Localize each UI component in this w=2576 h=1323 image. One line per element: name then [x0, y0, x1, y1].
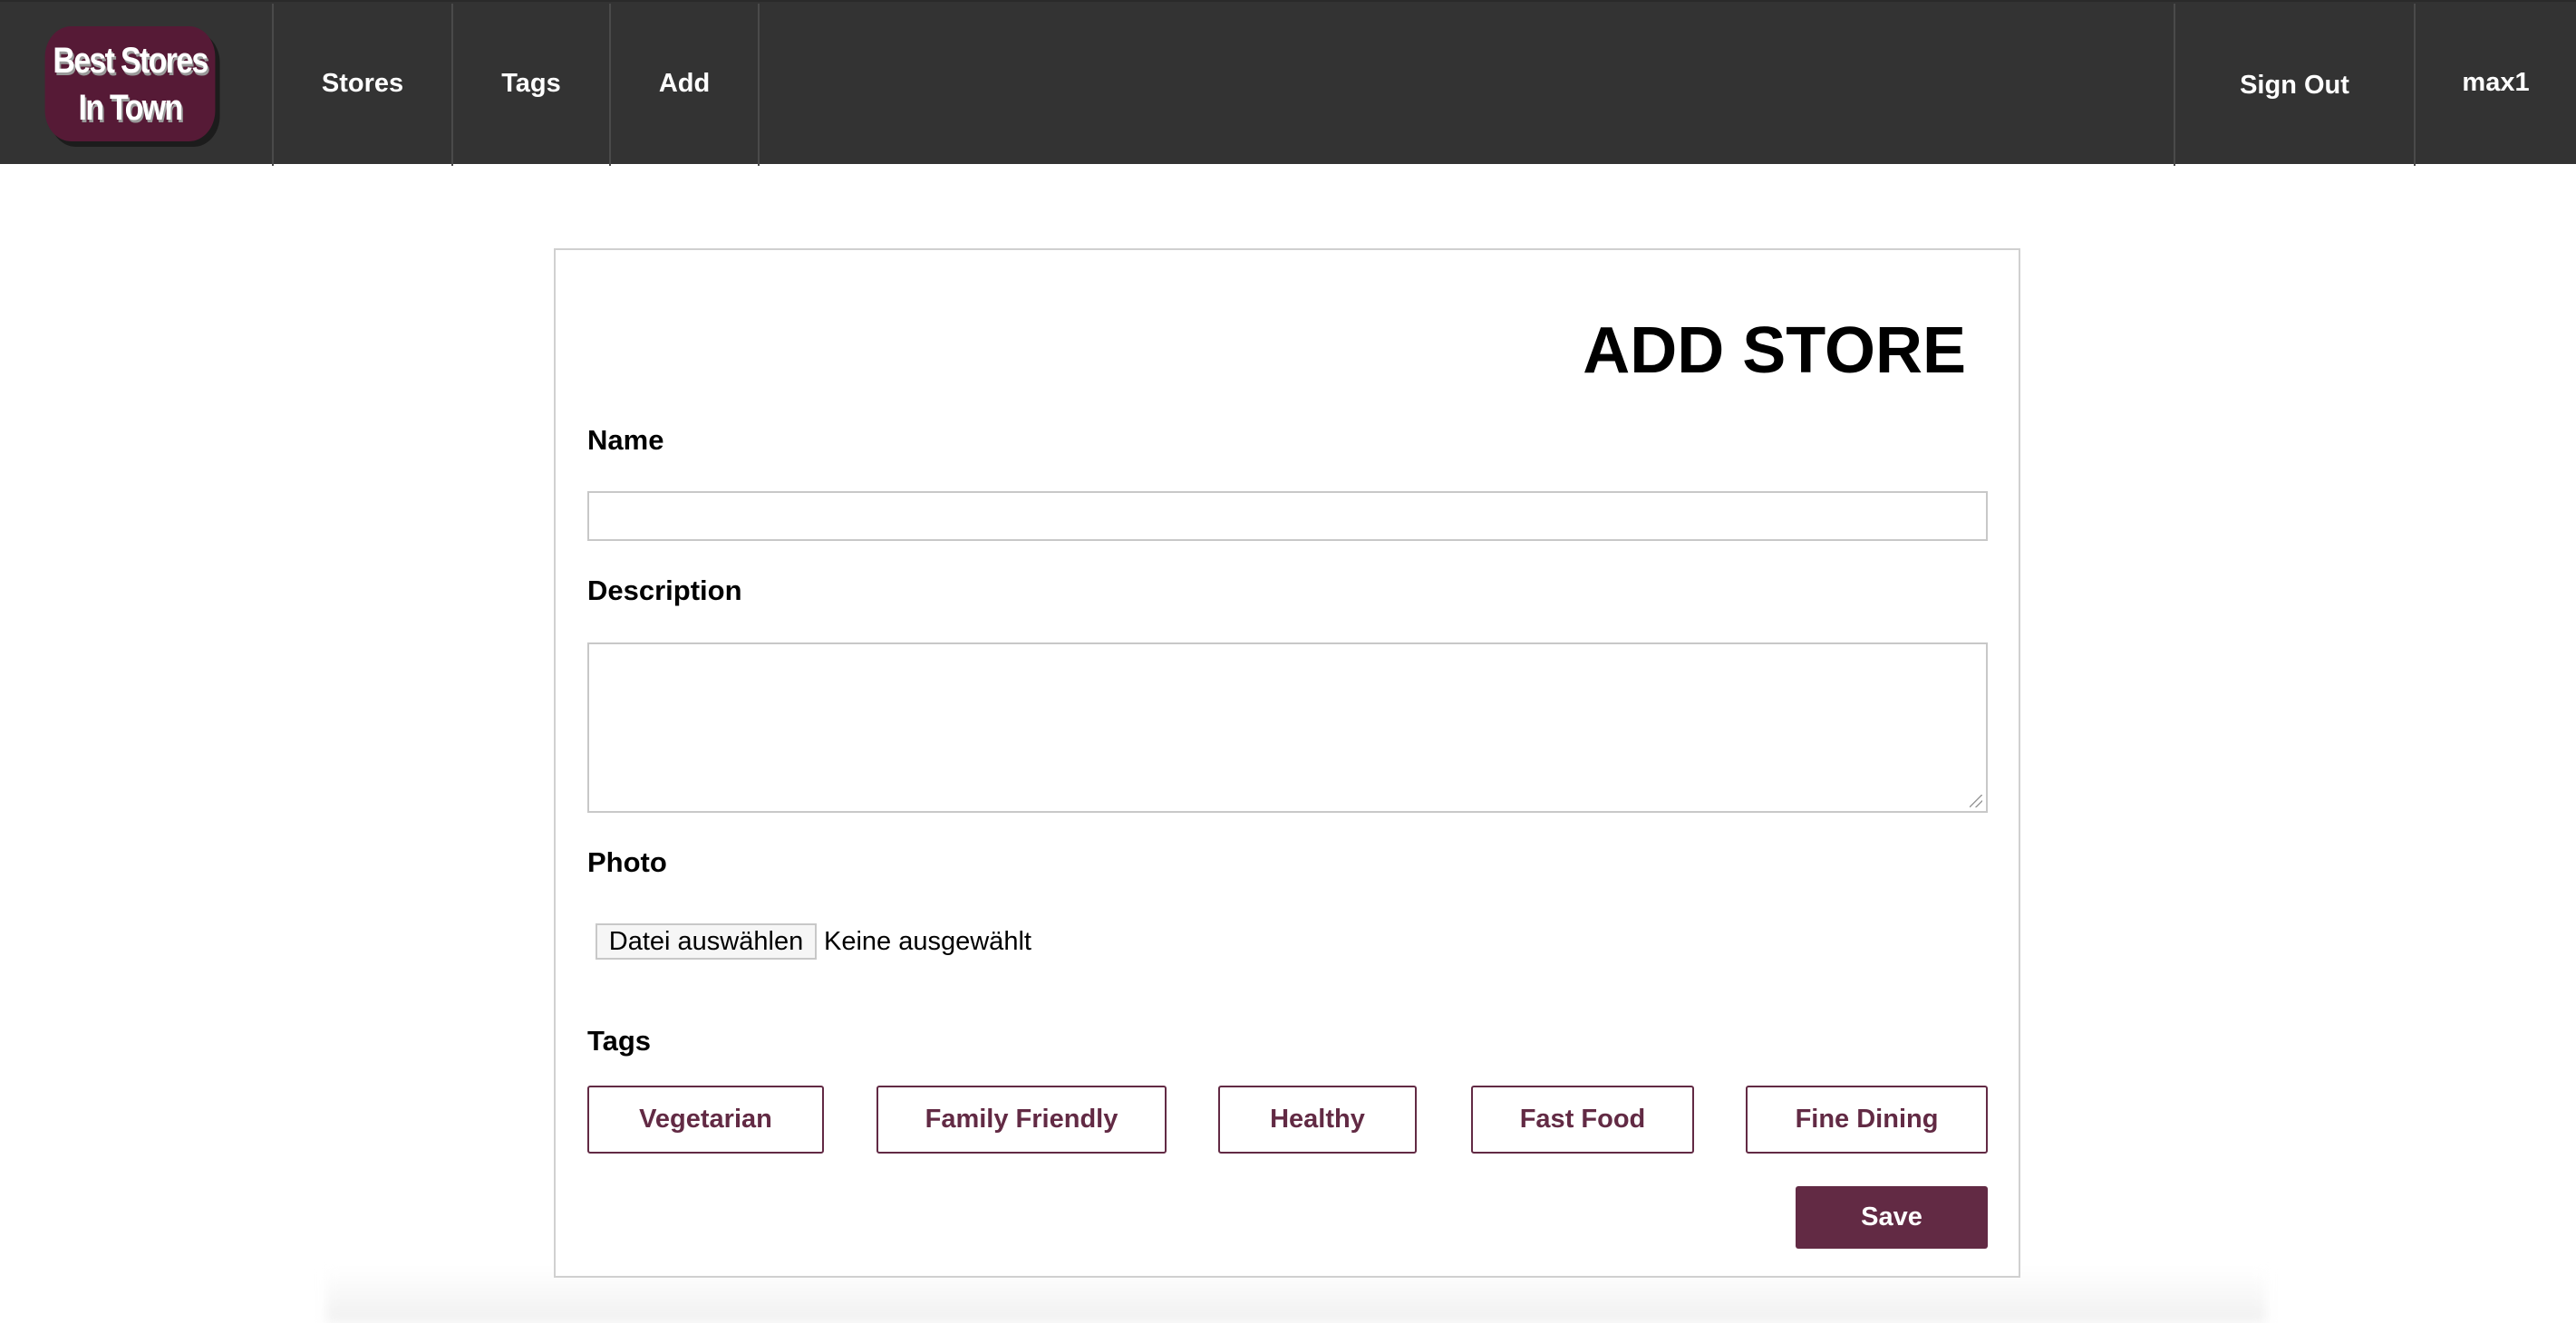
tags-label: Tags: [587, 1025, 652, 1057]
tag-vegetarian[interactable]: Vegetarian: [587, 1086, 824, 1154]
resize-handle-icon[interactable]: [1970, 795, 1982, 807]
tag-family-friendly[interactable]: Family Friendly: [876, 1086, 1167, 1154]
tag-fast-food[interactable]: Fast Food: [1471, 1086, 1694, 1154]
sign-out-link[interactable]: Sign Out: [2175, 2, 2414, 166]
top-nav: Best Stores In Town Stores Tags Add Sign…: [0, 0, 2576, 166]
file-status: Keine ausgewählt: [824, 926, 1031, 956]
save-button[interactable]: Save: [1796, 1186, 1988, 1249]
divider: [758, 4, 760, 166]
file-choose-button[interactable]: Datei auswählen: [596, 923, 817, 960]
name-input[interactable]: [587, 491, 1988, 541]
logo-line-1: Best Stores: [53, 40, 208, 81]
nav-tags[interactable]: Tags: [453, 2, 609, 166]
tag-fine-dining[interactable]: Fine Dining: [1746, 1086, 1988, 1154]
tag-healthy[interactable]: Healthy: [1218, 1086, 1417, 1154]
page-title: ADD STORE: [1583, 314, 1966, 387]
nav-add[interactable]: Add: [611, 2, 758, 166]
description-label: Description: [587, 575, 742, 606]
user-account-link[interactable]: max1: [2416, 2, 2576, 166]
nav-stores[interactable]: Stores: [274, 2, 451, 166]
add-store-form: ADD STORE Name Description Photo Datei a…: [554, 248, 2020, 1278]
logo[interactable]: Best Stores In Town: [44, 26, 216, 141]
description-textarea[interactable]: [587, 642, 1988, 813]
logo-line-2: In Town: [78, 87, 183, 128]
name-label: Name: [587, 424, 664, 456]
photo-label: Photo: [587, 846, 667, 878]
